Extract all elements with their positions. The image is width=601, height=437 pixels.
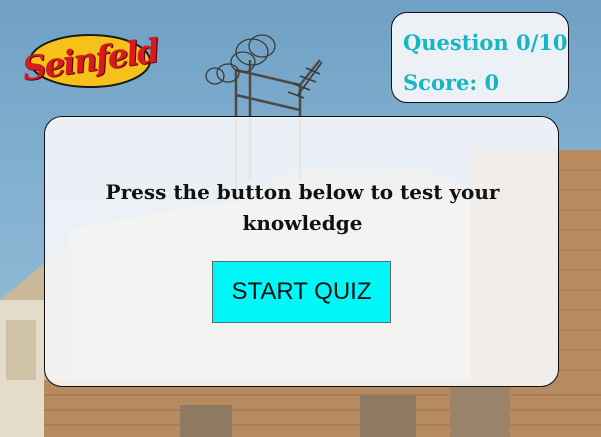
question-counter: Question 0/10	[403, 30, 568, 55]
score-panel: Question 0/10 Score: 0	[391, 12, 569, 103]
quiz-prompt: Press the button below to test your know…	[105, 180, 500, 235]
seinfeld-logo: Seinfeld	[20, 26, 160, 92]
score-counter: Score: 0	[403, 70, 500, 95]
start-quiz-button[interactable]: START QUIZ	[212, 261, 391, 323]
quiz-card: Press the button below to test your know…	[44, 116, 559, 387]
